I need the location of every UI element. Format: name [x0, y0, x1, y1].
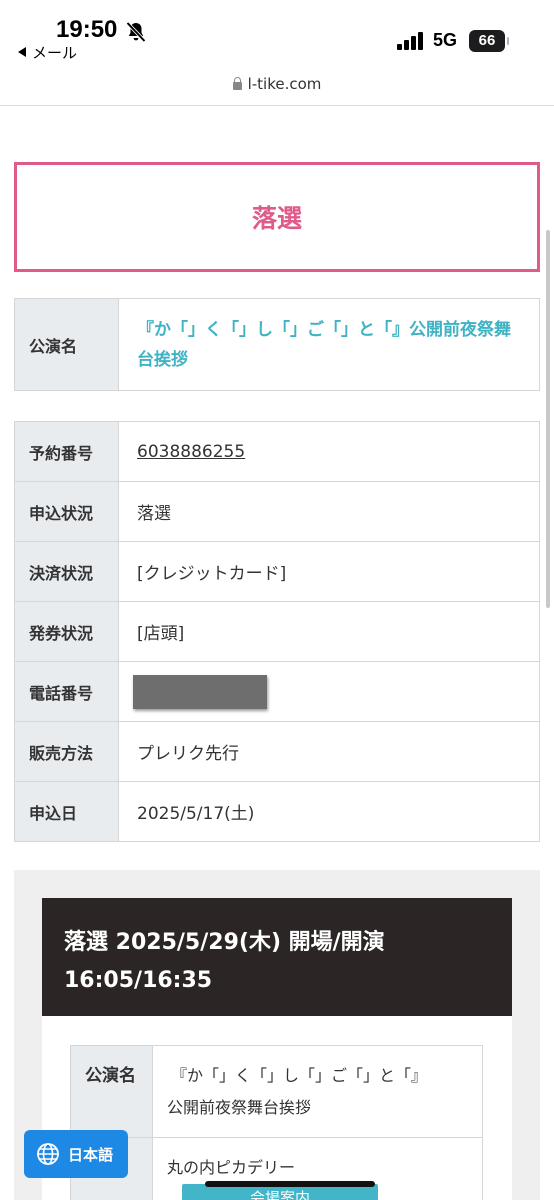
status-time: 19:50 [56, 16, 118, 43]
row-label: 発券状況 [14, 601, 119, 662]
table-row: 予約番号 6038886255 [14, 421, 540, 482]
lottery-header-line2: 16:05/16:35 [64, 968, 213, 993]
home-indicator[interactable] [205, 1181, 375, 1187]
lottery-result-label: 落選 [251, 204, 302, 233]
lottery-header: 落選 2025/5/29(木) 開場/開演 16:05/16:35 [42, 898, 512, 1016]
language-label: 日本語 [68, 1145, 114, 1164]
ticketing-status-value: [店頭] [118, 601, 540, 662]
phone-number-value [118, 661, 540, 722]
table-row: 販売方法 プレリク先行 [14, 721, 540, 782]
lottery-performance-name: 『か「」く「」し「」ご「」と「』 公開前夜祭舞台挨拶 [152, 1045, 483, 1138]
reservation-number-link[interactable]: 6038886255 [137, 442, 245, 462]
battery-icon: 66 [469, 30, 509, 52]
row-label: 申込日 [14, 781, 119, 842]
performance-name-link[interactable]: 『か「」く「」し「」ご「」と「』公開前夜祭舞台挨拶 [137, 320, 511, 370]
performance-name-line2: 公開前夜祭舞台挨拶 [167, 1098, 312, 1117]
table-row: 決済状況 [クレジットカード] [14, 541, 540, 602]
lock-icon [232, 77, 242, 90]
application-date-value: 2025/5/17(土) [118, 781, 540, 842]
row-label: 決済状況 [14, 541, 119, 602]
scrollbar[interactable] [546, 230, 550, 608]
row-label: 申込状況 [14, 481, 119, 542]
address-bar[interactable]: l-tike.com [0, 70, 554, 106]
table-row: 申込状況 落選 [14, 481, 540, 542]
performance-name-line1: 『か「」く「」し「」ご「」と「』 [171, 1066, 428, 1085]
url-text: l-tike.com [247, 75, 322, 93]
cellular-signal-icon [397, 32, 425, 50]
lottery-detail-table: 公演名 『か「」く「」し「」ご「」と「』 公開前夜祭舞台挨拶 会場 丸の内ピカデ… [70, 1045, 483, 1200]
table-row: 申込日 2025/5/17(土) [14, 781, 540, 842]
row-label: 予約番号 [14, 421, 119, 482]
back-to-mail-link[interactable]: メール [18, 42, 77, 63]
payment-status-value: [クレジットカード] [118, 541, 540, 602]
battery-level: 66 [478, 32, 496, 49]
lottery-result-box: 落選 [14, 162, 540, 272]
back-label: メール [32, 44, 78, 62]
table-row: 電話番号 [14, 661, 540, 722]
row-label: 公演名 [70, 1045, 153, 1138]
row-value: 6038886255 [118, 421, 540, 482]
lottery-header-line1: 落選 2025/5/29(木) 開場/開演 [64, 930, 385, 955]
table-row: 発券状況 [店頭] [14, 601, 540, 662]
reservation-details-table: 予約番号 6038886255 申込状況 落選 決済状況 [クレジットカード] … [14, 421, 540, 842]
back-triangle-icon [18, 47, 26, 57]
row-label: 電話番号 [14, 661, 119, 722]
application-status-value: 落選 [118, 481, 540, 542]
language-button[interactable]: 日本語 [24, 1130, 128, 1178]
row-label: 販売方法 [14, 721, 119, 782]
bell-muted-icon [126, 21, 146, 43]
status-bar: 19:50 メール 5G 66 [0, 0, 554, 70]
globe-icon [37, 1143, 59, 1165]
performance-table: 公演名 『か「」く「」し「」ご「」と「』公開前夜祭舞台挨拶 [14, 298, 540, 391]
network-type: 5G [433, 30, 458, 50]
performance-name-cell: 『か「」く「」し「」ご「」と「』公開前夜祭舞台挨拶 [118, 298, 540, 391]
table-row: 公演名 『か「」く「」し「」ご「」と「』公開前夜祭舞台挨拶 [14, 298, 540, 391]
table-row: 公演名 『か「」く「」し「」ご「」と「』 公開前夜祭舞台挨拶 [70, 1045, 483, 1138]
redacted-phone-block [133, 674, 267, 709]
sales-method-value: プレリク先行 [118, 721, 540, 782]
performance-name-header: 公演名 [14, 298, 119, 391]
url-display[interactable]: l-tike.com [0, 75, 554, 93]
